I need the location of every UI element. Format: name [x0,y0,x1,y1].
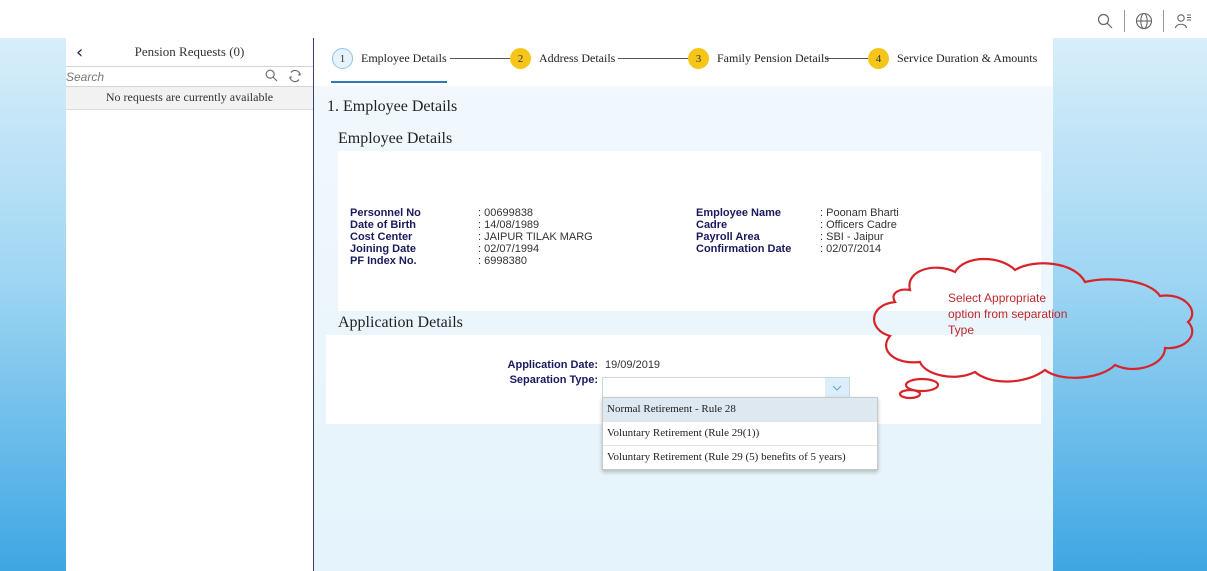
step-connector [618,58,688,59]
step-label: Family Pension Details [717,51,829,65]
field-personnel-no: Personnel No: 00699838 [350,207,534,219]
step-number: 4 [868,48,889,69]
employee-details-panel: Personnel No: 00699838 Date of Birth: 14… [338,151,1041,311]
option-voluntary-retirement-29-5[interactable]: Voluntary Retirement (Rule 29 (5) benefi… [603,446,877,469]
separation-type-label: Separation Type: [509,374,598,386]
application-date-value: 19/09/2019 [605,359,661,371]
active-step-indicator [331,81,447,83]
field-pf-index-no: PF Index No.: 6998380 [350,255,527,267]
option-voluntary-retirement-29-1[interactable]: Voluntary Retirement (Rule 29(1)) [603,422,877,446]
globe-icon[interactable] [1134,11,1154,31]
step-connector [826,58,868,59]
step-connector [450,58,510,59]
wizard-progress: 1 Employee Details 2 Address Details 3 F… [314,38,1053,86]
application-date-label: Application Date: [507,359,598,371]
wizard-step-family-pension-details[interactable]: 3 Family Pension Details [688,48,829,69]
left-background-panel [0,38,66,571]
application-details-title: Application Details [338,314,463,331]
search-icon[interactable] [265,69,278,87]
search-input[interactable] [66,67,251,85]
divider [1124,10,1125,32]
master-header: ‹ Pension Requests (0) [66,38,313,66]
empty-list-message: No requests are currently available [66,87,313,110]
field-joining-date: Joining Date: 02/07/1994 [350,243,540,255]
step-number: 2 [510,48,531,69]
field-confirmation-date: Confirmation Date: 02/07/2014 [696,243,882,255]
user-settings-icon[interactable] [1173,11,1193,31]
step-label: Employee Details [361,51,447,65]
step-label: Address Details [539,51,616,65]
wizard-step-service-duration[interactable]: 4 Service Duration & Amounts [868,48,1037,69]
top-actions [1095,10,1193,32]
annotation-text: Select Appropriate option from separatio… [948,291,1068,337]
separation-type-select[interactable] [602,377,850,398]
field-cost-center: Cost Center: JAIPUR TILAK MARG [350,231,593,243]
employee-details-title: Employee Details [338,130,453,147]
chevron-down-icon[interactable] [825,378,849,397]
option-normal-retirement[interactable]: Normal Retirement - Rule 28 [603,398,877,422]
employee-right-column: Employee Name: Poonam Bharti Cadre: Offi… [696,207,996,255]
step-label: Service Duration & Amounts [897,51,1038,65]
field-cadre: Cadre: Officers Cadre [696,219,897,231]
section-heading: 1. Employee Details [327,98,458,115]
wizard-step-employee-details[interactable]: 1 Employee Details [332,48,447,69]
refresh-icon[interactable] [288,69,302,88]
field-employee-name: Employee Name: Poonam Bharti [696,207,899,219]
search-icon[interactable] [1095,11,1115,31]
employee-left-column: Personnel No: 00699838 Date of Birth: 14… [350,207,750,267]
detail-page: 1 Employee Details 2 Address Details 3 F… [314,38,1053,571]
step-number: 3 [688,48,709,69]
master-list-panel: ‹ Pension Requests (0) No requests are c… [66,38,314,571]
separation-type-dropdown: Normal Retirement - Rule 28 Voluntary Re… [602,397,878,470]
top-bar [0,0,1207,40]
search-bar [66,66,313,87]
wizard-step-address-details[interactable]: 2 Address Details [510,48,615,69]
divider [1163,10,1164,32]
master-title: Pension Requests (0) [134,44,245,59]
field-date-of-birth: Date of Birth: 14/08/1989 [350,219,540,231]
field-payroll-area: Payroll Area: SBI - Jaipur [696,231,884,243]
step-number: 1 [332,48,353,69]
